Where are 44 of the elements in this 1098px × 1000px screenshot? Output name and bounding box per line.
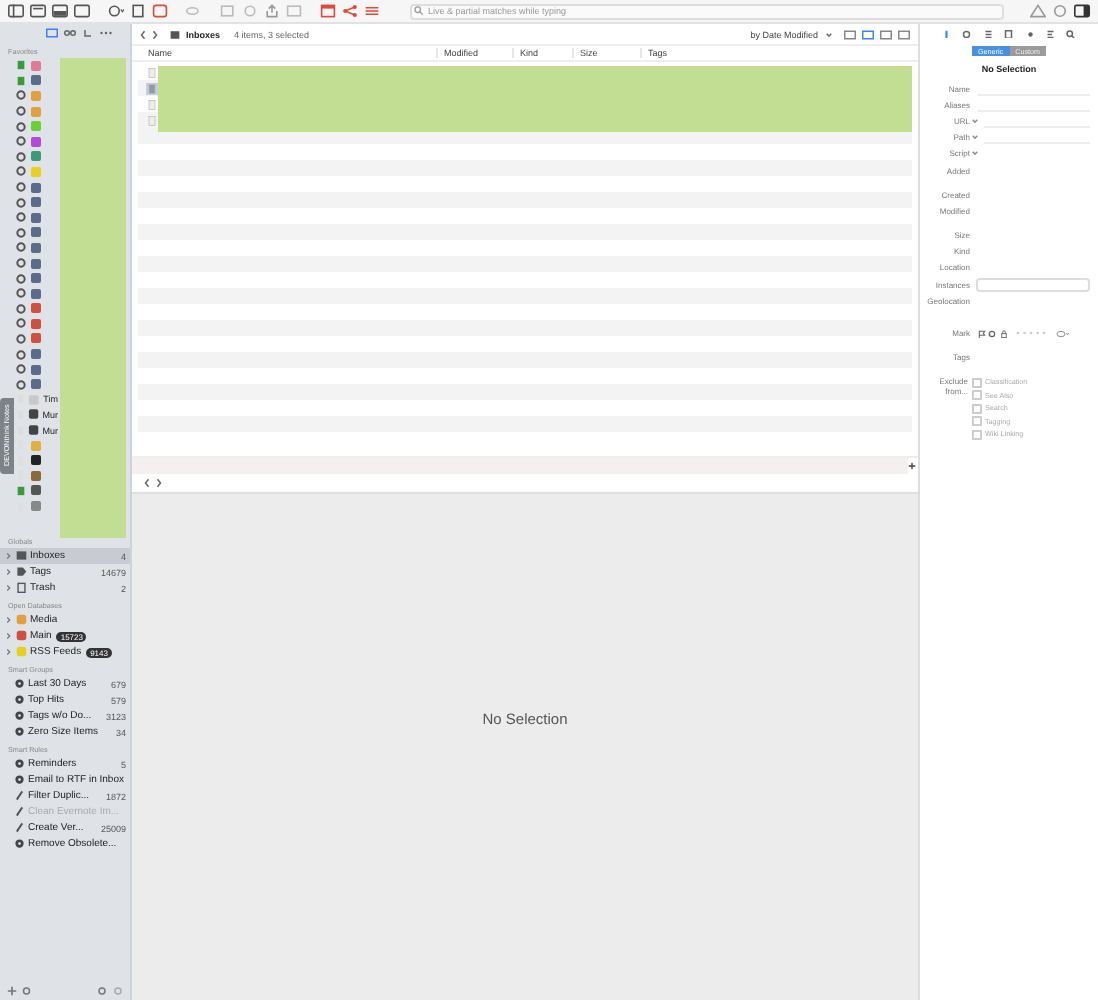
caret-icon[interactable] <box>972 134 978 141</box>
calendar-icon[interactable] <box>320 4 336 18</box>
add-icon[interactable] <box>908 462 916 470</box>
document-icon[interactable] <box>1004 29 1014 39</box>
tray-icon <box>16 550 27 562</box>
merge-icon[interactable] <box>364 4 380 18</box>
trash-icon <box>16 582 27 594</box>
scroll-bar[interactable] <box>132 458 908 474</box>
forward-icon[interactable] <box>152 29 158 39</box>
add-icon[interactable] <box>6 986 18 996</box>
tray-icon <box>170 29 180 39</box>
icon-view-icon[interactable] <box>844 29 856 39</box>
list-icon[interactable] <box>983 29 993 39</box>
forward-icon[interactable] <box>156 478 162 488</box>
share-icon[interactable] <box>342 4 358 18</box>
flag-icon[interactable] <box>977 329 985 338</box>
list-icon[interactable] <box>1046 29 1056 39</box>
image-icon[interactable] <box>146 81 158 95</box>
database-icon <box>16 485 26 496</box>
caret-icon[interactable] <box>972 150 978 157</box>
note-icon[interactable] <box>152 4 168 18</box>
dot-icon[interactable] <box>1025 29 1035 39</box>
search-icon <box>414 6 424 16</box>
more-icon[interactable] <box>100 28 112 38</box>
document-icon[interactable] <box>130 4 146 18</box>
tag-icon <box>16 566 27 578</box>
back-icon[interactable] <box>140 29 146 39</box>
list-view-icon[interactable] <box>46 28 58 38</box>
preview-view-icon[interactable] <box>898 29 910 39</box>
caret-icon[interactable] <box>972 117 978 124</box>
view-icon[interactable] <box>30 4 46 18</box>
share-icon[interactable] <box>264 4 280 18</box>
inspector-toggle-icon[interactable] <box>1074 4 1090 18</box>
label-menu-icon[interactable] <box>1055 329 1069 338</box>
list-view-icon[interactable] <box>862 29 874 39</box>
refresh-icon[interactable] <box>82 28 94 38</box>
glasses-icon[interactable] <box>64 28 76 38</box>
caret-icon[interactable] <box>826 31 832 37</box>
search-icon[interactable] <box>1066 29 1076 39</box>
sidebar-toggle-icon[interactable] <box>8 4 24 18</box>
back-icon[interactable] <box>144 478 150 488</box>
column-view-icon[interactable] <box>880 29 892 39</box>
lock-icon[interactable] <box>999 329 1007 338</box>
warning-icon[interactable] <box>1030 4 1046 18</box>
